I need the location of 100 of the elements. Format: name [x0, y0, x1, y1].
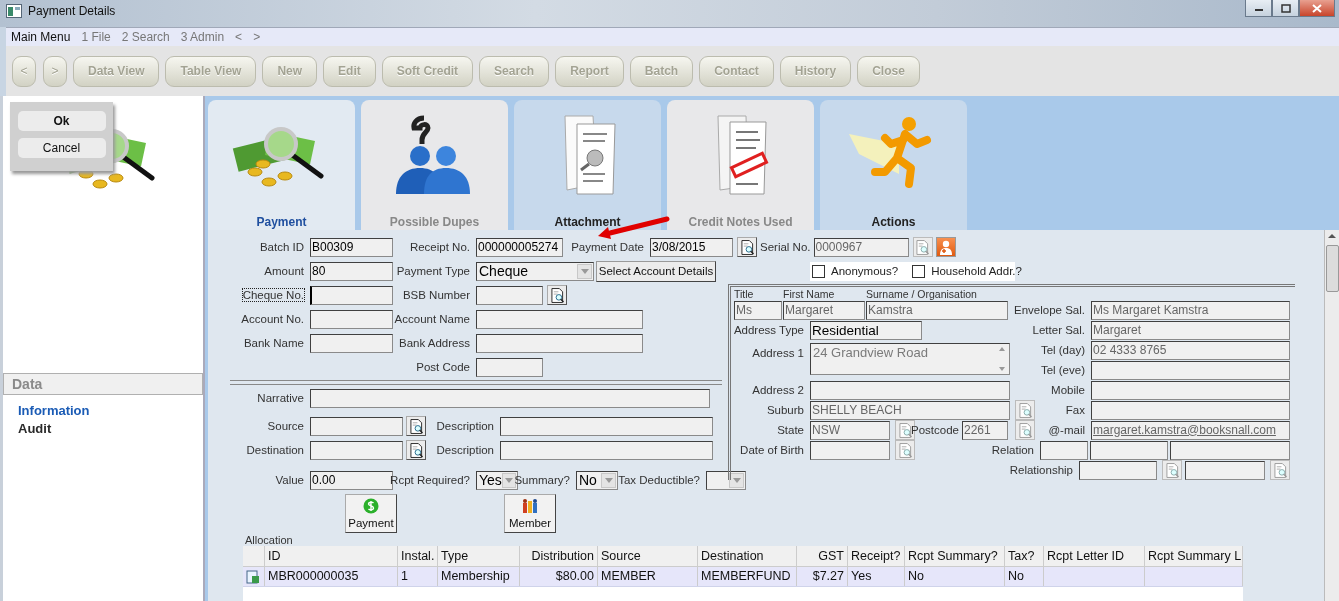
text-field[interactable] — [476, 333, 643, 353]
table-cell: Yes — [848, 567, 905, 586]
text-field[interactable]: 000000005274 — [476, 237, 563, 257]
tab[interactable]: Payment — [208, 100, 355, 230]
column-header[interactable]: Destination — [698, 546, 797, 566]
dialog-button[interactable]: Ok — [17, 111, 106, 131]
scroll-thumb[interactable] — [1325, 245, 1339, 292]
field-label: @-mail — [1047, 423, 1086, 437]
close-icon — [1312, 3, 1322, 13]
payment-button[interactable]: Payment — [345, 494, 397, 533]
scrollbar[interactable] — [1324, 230, 1339, 601]
text-field[interactable] — [1079, 460, 1157, 480]
text-field[interactable] — [1185, 460, 1265, 480]
select-account-button[interactable]: Select Account Details — [596, 260, 716, 282]
sidebar-item[interactable]: Information — [18, 402, 203, 420]
dropdown[interactable]: Cheque — [476, 261, 594, 281]
field-label: Description — [435, 443, 495, 457]
field-label: Postcode — [910, 423, 960, 437]
text-field[interactable] — [1040, 440, 1088, 460]
field-label: Address 1 — [751, 346, 805, 360]
table-row[interactable]: MBR000000035 1 Membership $80.00 MEMBER MEMBERFUND $7.27 Yes No No — [243, 567, 1243, 587]
field-label: Post Code — [415, 360, 471, 374]
checkbox[interactable] — [912, 264, 926, 278]
text-field[interactable] — [500, 440, 713, 460]
member-button[interactable]: Member — [504, 494, 556, 533]
column-header[interactable]: Instal. — [398, 546, 438, 566]
section-header: Data — [3, 373, 203, 395]
minimize-button[interactable] — [1245, 0, 1272, 17]
column-header[interactable]: Distribution — [520, 546, 598, 566]
dropdown[interactable]: No — [576, 470, 618, 490]
table-cell: $80.00 — [520, 567, 598, 586]
text-field[interactable] — [1091, 380, 1290, 400]
text-field[interactable] — [1091, 400, 1290, 420]
text-field[interactable] — [1170, 440, 1290, 460]
column-header[interactable]: GST — [797, 546, 848, 566]
text-field[interactable] — [310, 416, 403, 436]
lookup-button[interactable] — [737, 237, 757, 257]
text-field[interactable] — [1091, 360, 1290, 380]
sidebar-item[interactable]: Audit — [18, 420, 203, 438]
add-person-button[interactable] — [935, 237, 956, 257]
text-field[interactable]: B00309 — [310, 237, 393, 257]
table-cell: Membership — [438, 567, 520, 586]
field-label: Source — [266, 419, 305, 433]
field-label: Destination — [245, 443, 305, 457]
tab[interactable]: Actions — [820, 100, 967, 230]
maximize-button[interactable] — [1272, 0, 1299, 17]
field-label: Description — [435, 419, 495, 433]
text-field[interactable] — [310, 388, 710, 408]
checkbox[interactable] — [812, 264, 825, 278]
text-field[interactable]: 80 — [310, 261, 393, 281]
close-button[interactable] — [1299, 0, 1335, 17]
people-icon — [522, 498, 538, 514]
field-label: Date of Birth — [739, 443, 805, 457]
table-cell: $7.27 — [797, 567, 848, 586]
column-label: First Name — [783, 288, 836, 300]
document-search-icon — [1165, 462, 1179, 478]
text-field[interactable] — [1090, 440, 1168, 460]
column-header[interactable]: ID — [265, 546, 398, 566]
dropdown[interactable] — [706, 470, 746, 490]
text-field[interactable]: Residential — [810, 320, 922, 340]
text-field[interactable] — [476, 309, 643, 329]
column-header[interactable]: Rcpt Letter ID — [1044, 546, 1145, 566]
document-search-icon — [916, 239, 929, 255]
field-label: Batch ID — [258, 240, 305, 254]
field-label: Serial No. — [759, 240, 812, 254]
text-field[interactable] — [810, 440, 890, 460]
menu-item[interactable]: Main Menu — [11, 30, 71, 44]
text-field[interactable] — [500, 416, 713, 436]
text-field[interactable] — [310, 309, 393, 329]
text-field[interactable] — [310, 440, 403, 460]
maximize-icon — [1280, 3, 1291, 13]
field-label: Bank Address — [398, 336, 471, 350]
column-header[interactable]: Rcpt Summary L — [1145, 546, 1243, 566]
column-header[interactable]: Source — [598, 546, 698, 566]
lookup-button[interactable] — [406, 416, 426, 436]
column-header[interactable]: Tax? — [1005, 546, 1044, 566]
field-label: Tax Deductible? — [617, 473, 701, 487]
field-label: Suburb — [765, 403, 805, 417]
dialog-button[interactable]: Cancel — [17, 138, 106, 158]
column-header[interactable]: Rcpt Summary? — [905, 546, 1005, 566]
coin-icon — [363, 498, 379, 514]
column-header[interactable]: Receipt? — [848, 546, 905, 566]
text-field[interactable] — [810, 380, 1010, 400]
text-field[interactable] — [310, 285, 393, 305]
field-label: Bank Name — [242, 336, 305, 350]
lookup-button[interactable] — [547, 285, 567, 305]
window-title: Payment Details — [28, 4, 116, 18]
text-field[interactable] — [476, 285, 543, 305]
column-header[interactable]: Type — [438, 546, 520, 566]
text-field[interactable] — [476, 357, 543, 377]
field-label: Letter Sal. — [1031, 323, 1086, 337]
tab[interactable]: Attachment — [514, 100, 661, 230]
table-cell: MBR000000035 — [265, 567, 398, 586]
text-field[interactable] — [310, 333, 393, 353]
field-label: Receipt No. — [408, 240, 471, 254]
document-search-icon — [409, 442, 423, 458]
lookup-button[interactable] — [406, 440, 426, 460]
text-field[interactable]: 3/08/2015 — [650, 237, 733, 257]
field-label: Payment Date — [570, 240, 645, 254]
field-label: Address 2 — [751, 383, 805, 397]
